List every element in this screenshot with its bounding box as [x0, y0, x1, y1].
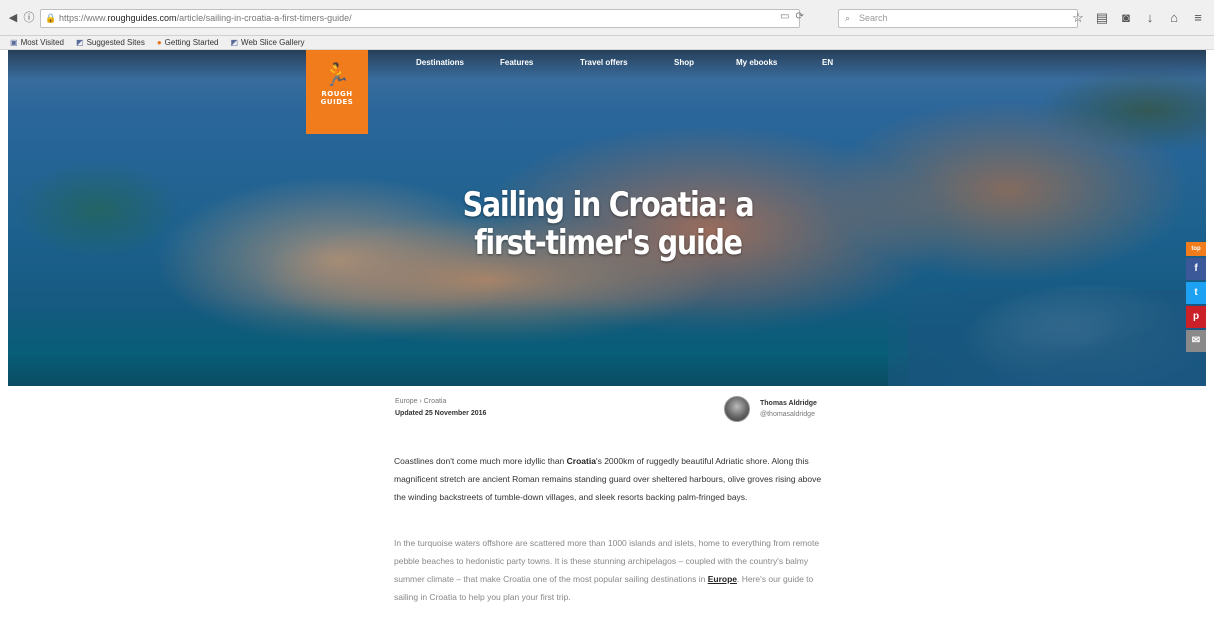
article-meta: Europe › Croatia Updated 25 November 201… — [395, 396, 486, 420]
search-input[interactable]: ⌕ Search — [838, 9, 1078, 28]
runner-icon: 🏃 — [323, 62, 351, 87]
croatia-link[interactable]: Croatia — [567, 456, 596, 466]
url-actions: ▭⟳ — [780, 11, 810, 22]
twitter-icon[interactable]: t — [1186, 282, 1206, 304]
pocket-icon[interactable]: ◙ — [1118, 9, 1134, 27]
reload-icon[interactable]: ⟳ — [795, 11, 809, 22]
nav-travel-offers[interactable]: Travel offers — [580, 58, 674, 67]
menu-icon[interactable]: ≡ — [1190, 9, 1206, 27]
main-nav: Destinations Features Travel offers Shop… — [416, 58, 842, 67]
avatar[interactable] — [724, 396, 750, 422]
bookmark-icon: ▣ — [10, 38, 18, 47]
firefox-icon: ● — [156, 38, 162, 47]
info-icon[interactable]: ⓘ — [22, 11, 36, 25]
article-title: Sailing in Croatia: a first-timer's guid… — [462, 185, 755, 263]
share-bar: top f t p ✉ — [1186, 242, 1206, 354]
site-logo[interactable]: 🏃 ROUGH GUIDES — [306, 50, 368, 134]
bookmark-suggested-sites[interactable]: ◩ Suggested Sites — [76, 36, 145, 49]
author-info: Thomas Aldridge @thomasaldridge — [760, 398, 817, 420]
address-bar[interactable]: 🔒 https://www.roughguides.com/article/sa… — [40, 9, 800, 28]
facebook-icon[interactable]: f — [1186, 258, 1206, 280]
back-icon[interactable]: ◀ — [6, 11, 20, 25]
bookmark-most-visited[interactable]: ▣ Most Visited — [10, 36, 64, 49]
reader-icon[interactable]: ▭ — [780, 11, 795, 22]
search-icon: ⌕ — [845, 13, 851, 23]
library-icon[interactable]: ▤ — [1094, 9, 1110, 27]
home-icon[interactable]: ⌂ — [1166, 9, 1182, 27]
share-top-icon[interactable]: top — [1186, 242, 1206, 256]
intro-paragraph: Coastlines don't come much more idyllic … — [394, 456, 822, 502]
bookmark-getting-started[interactable]: ● Getting Started — [157, 36, 219, 49]
author-name[interactable]: Thomas Aldridge — [760, 398, 817, 409]
bookmark-web-slice-gallery[interactable]: ◩ Web Slice Gallery — [230, 36, 304, 49]
lock-icon: 🔒 — [45, 13, 57, 23]
nav-features[interactable]: Features — [500, 58, 580, 67]
browser-toolbar: ◀ ⓘ 🔒 https://www.roughguides.com/articl… — [0, 0, 1214, 36]
europe-link[interactable]: Europe — [708, 574, 737, 584]
bookmark-icon: ◩ — [230, 38, 239, 47]
updated-date: Updated 25 November 2016 — [395, 410, 487, 417]
nav-my-ebooks[interactable]: My ebooks — [736, 58, 822, 67]
pinterest-icon[interactable]: p — [1186, 306, 1206, 328]
bookmarks-bar: ▣ Most Visited ◩ Suggested Sites ● Getting … — [0, 36, 1214, 50]
author-handle[interactable]: @thomasaldridge — [760, 409, 817, 420]
nav-destinations[interactable]: Destinations — [416, 58, 500, 67]
browser-tools: ☆ ▤ ◙ ↓ ⌂ ≡ — [1070, 9, 1206, 27]
nav-shop[interactable]: Shop — [674, 58, 736, 67]
star-icon[interactable]: ☆ — [1070, 9, 1086, 27]
bookmark-icon: ◩ — [76, 38, 84, 47]
breadcrumb[interactable]: Europe › Croatia — [395, 396, 486, 408]
email-icon[interactable]: ✉ — [1186, 330, 1206, 352]
hero-image: 🏃 ROUGH GUIDES Destinations Features Tra… — [8, 50, 1206, 386]
download-icon[interactable]: ↓ — [1142, 9, 1158, 27]
second-paragraph: In the turquoise waters offshore are sca… — [394, 538, 820, 602]
language-selector[interactable]: EN — [822, 58, 842, 67]
